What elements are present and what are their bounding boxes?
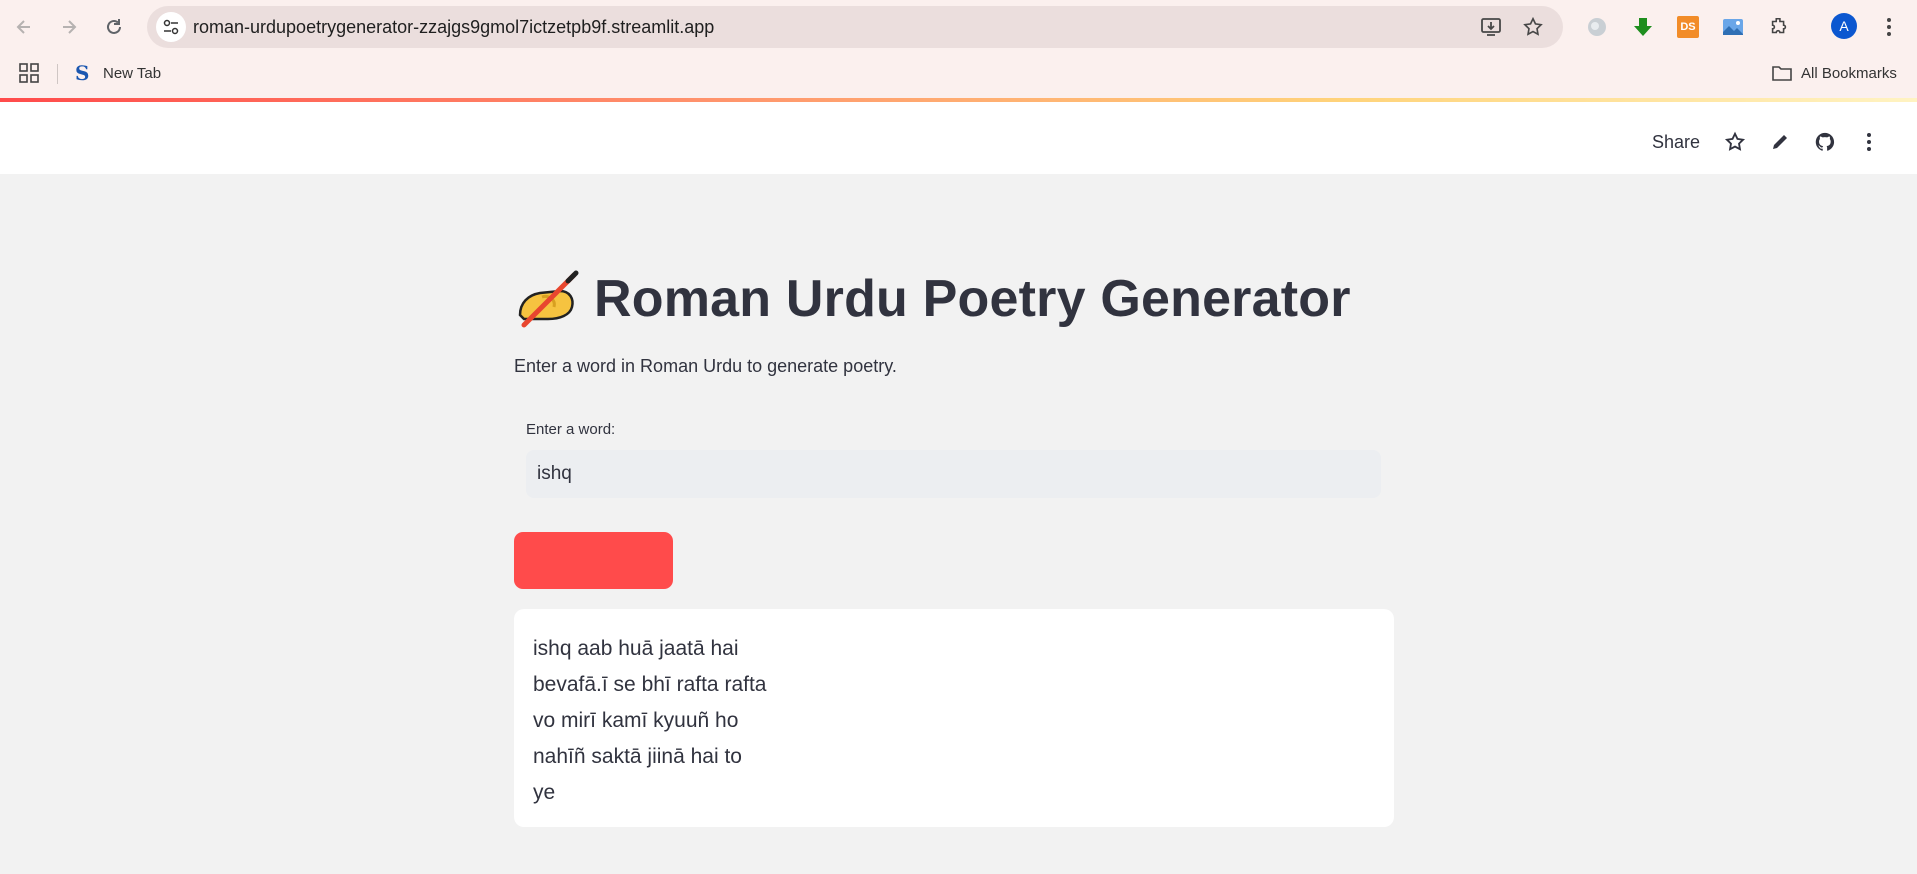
bookmark-new-tab[interactable]: S New Tab <box>75 60 161 86</box>
favorite-button[interactable] <box>1723 130 1747 154</box>
profile-avatar[interactable]: A <box>1831 13 1857 39</box>
extension-circle-icon <box>1588 18 1606 36</box>
poem-line: vo mirī kamī kyuuñ ho <box>533 709 739 732</box>
apps-grid-icon <box>19 63 39 83</box>
extension-circle[interactable] <box>1583 13 1611 41</box>
address-bar[interactable]: roman-urdupoetrygenerator-zzajgs9gmol7ic… <box>147 6 1563 48</box>
ds-extension-icon: DS <box>1677 16 1699 38</box>
all-bookmarks-button[interactable]: All Bookmarks <box>1772 60 1897 86</box>
edit-button[interactable] <box>1768 130 1792 154</box>
site-info-button[interactable] <box>156 12 186 42</box>
browser-menu-button[interactable] <box>1876 13 1902 41</box>
poem-line: nahīñ saktā jiinā hai to <box>533 745 742 768</box>
extension-ds[interactable]: DS <box>1674 13 1702 41</box>
extension-image[interactable] <box>1719 13 1747 41</box>
extensions-menu-button[interactable] <box>1765 13 1793 41</box>
image-extension-icon <box>1723 19 1743 35</box>
generate-button[interactable] <box>514 532 673 589</box>
github-icon <box>1815 132 1835 151</box>
folder-icon <box>1772 66 1792 81</box>
star-icon <box>1724 131 1746 151</box>
bookmarks-divider <box>57 64 58 84</box>
pencil-icon <box>1773 135 1787 149</box>
github-button[interactable] <box>1813 130 1837 154</box>
back-button[interactable] <box>10 13 38 41</box>
bookmarks-bar: S New Tab All Bookmarks <box>0 56 1917 96</box>
puzzle-icon <box>1771 17 1787 34</box>
word-input[interactable] <box>526 450 1381 498</box>
forward-button[interactable] <box>55 13 83 41</box>
app-menu-button[interactable] <box>1857 130 1881 154</box>
reload-icon <box>107 19 121 34</box>
reload-button[interactable] <box>100 13 128 41</box>
all-bookmarks-label: All Bookmarks <box>1801 64 1897 82</box>
download-arrow-icon <box>1634 18 1652 36</box>
bookmark-new-tab-label: New Tab <box>103 64 162 82</box>
apps-button[interactable] <box>18 62 42 86</box>
poem-line: ishq aab huā jaatā hai <box>533 637 739 660</box>
page-title-text: Roman Urdu Poetry Generator <box>594 270 1351 328</box>
vertical-dots-icon <box>1867 133 1871 151</box>
s-logo-icon: S <box>75 61 90 85</box>
star-outline-icon <box>1523 16 1543 36</box>
writing-hand-icon <box>518 270 579 328</box>
word-input-label: Enter a word: <box>526 421 616 438</box>
poem-line: bevafā.ī se bhī rafta rafta <box>533 673 767 696</box>
tune-icon <box>163 19 179 35</box>
install-icon <box>1481 18 1501 36</box>
page-title: Roman Urdu Poetry Generator <box>514 264 1351 334</box>
url-text[interactable]: roman-urdupoetrygenerator-zzajgs9gmol7ic… <box>193 17 714 38</box>
arrow-left-icon <box>16 20 30 34</box>
app-header: Share <box>0 102 1917 174</box>
poem-output: ishq aab huā jaatā hai bevafā.ī se bhī r… <box>514 609 1394 827</box>
arrow-right-icon <box>63 20 77 34</box>
poem-line: ye <box>533 781 556 804</box>
page-description: Enter a word in Roman Urdu to generate p… <box>514 356 897 376</box>
share-button[interactable]: Share <box>1652 132 1700 153</box>
browser-toolbar: roman-urdupoetrygenerator-zzajgs9gmol7ic… <box>0 0 1917 100</box>
bookmark-star-button[interactable] <box>1521 15 1545 39</box>
vertical-dots-icon <box>1887 18 1891 36</box>
install-app-button[interactable] <box>1479 15 1503 39</box>
extension-download[interactable] <box>1629 13 1657 41</box>
